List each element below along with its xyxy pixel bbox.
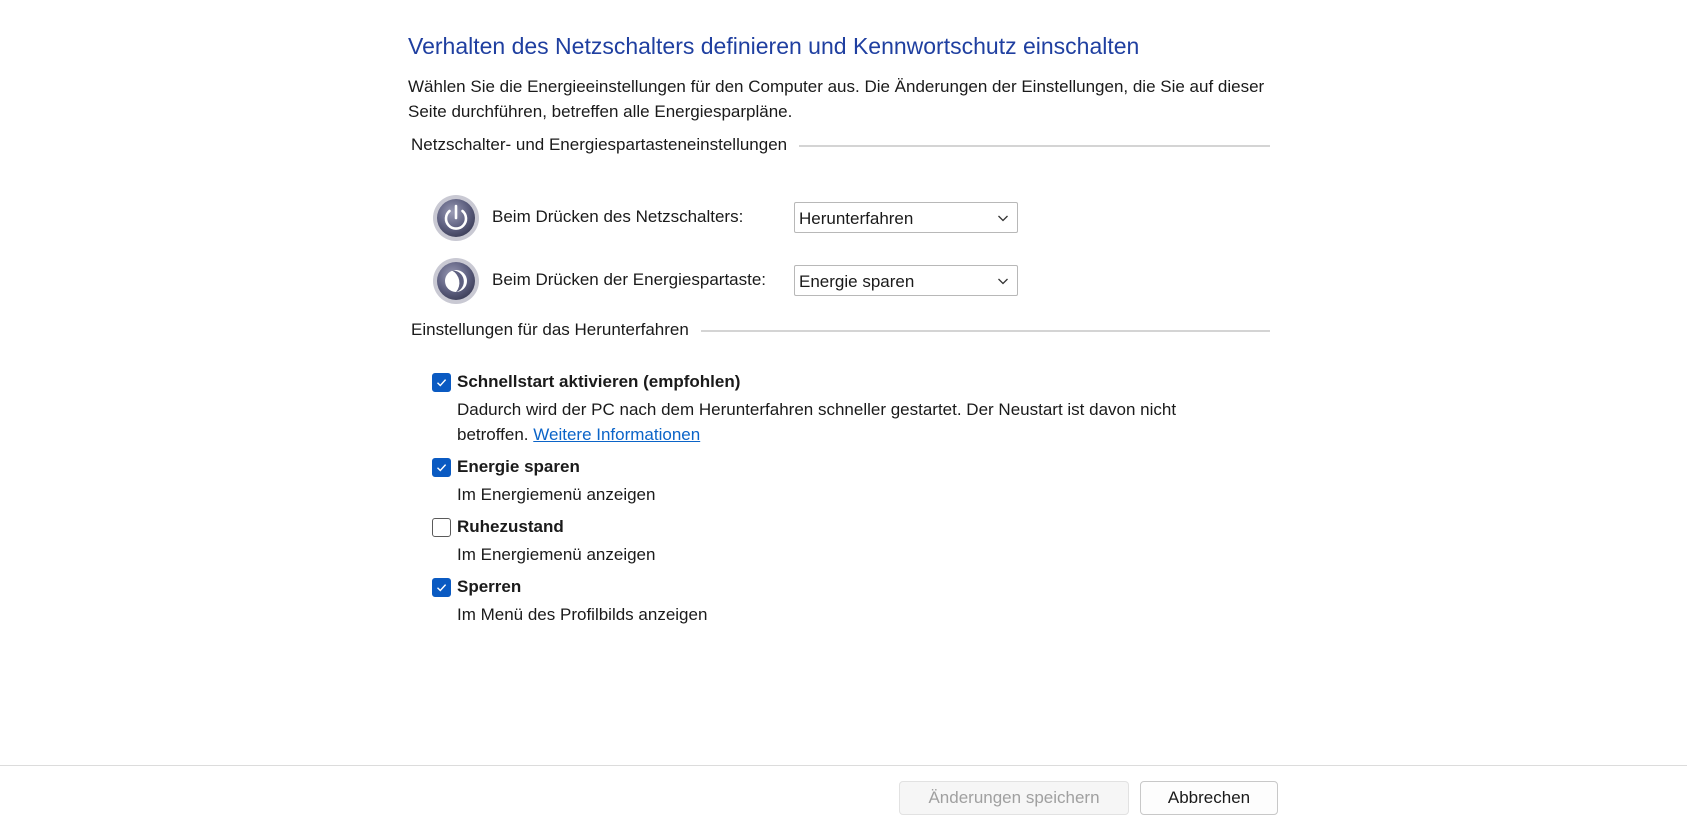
checkmark-icon bbox=[437, 584, 447, 592]
sleep-button-setting: Beim Drücken der Energiespartaste: Energ… bbox=[432, 257, 1032, 305]
section-header-shutdown: Einstellungen für das Herunterfahren bbox=[411, 320, 1270, 340]
cancel-button[interactable]: Abbrechen bbox=[1140, 781, 1278, 815]
power-button-action-select[interactable]: Herunterfahren bbox=[794, 202, 1018, 233]
section-divider bbox=[700, 330, 1270, 332]
power-options-page: Verhalten des Netzschalters definieren u… bbox=[0, 0, 1687, 832]
checkmark-icon bbox=[437, 464, 447, 472]
footer-bar: Änderungen speichern Abbrechen bbox=[0, 765, 1687, 832]
more-info-link[interactable]: Weitere Informationen bbox=[533, 425, 700, 444]
section-divider bbox=[799, 145, 1270, 147]
lock-checkbox[interactable] bbox=[432, 578, 451, 597]
sleep-button-label: Beim Drücken der Energiespartaste: bbox=[492, 270, 767, 289]
sleep-title: Energie sparen bbox=[457, 457, 580, 476]
fast-startup-title: Schnellstart aktivieren (empfohlen) bbox=[457, 372, 741, 391]
page-title: Verhalten des Netzschalters definieren u… bbox=[408, 33, 1140, 59]
power-icon bbox=[433, 195, 479, 241]
lock-description: Im Menü des Profilbilds anzeigen bbox=[457, 605, 708, 624]
power-button-setting: Beim Drücken des Netzschalters: Herunter… bbox=[432, 194, 1032, 242]
chevron-down-icon bbox=[998, 215, 1008, 222]
fast-startup-checkbox[interactable] bbox=[432, 373, 451, 392]
hibernate-checkbox[interactable] bbox=[432, 518, 451, 537]
section-header-buttons: Netzschalter- und Energiespartasteneinst… bbox=[411, 135, 1270, 155]
power-button-action-value: Herunterfahren bbox=[799, 209, 914, 228]
page-description: Wählen Sie die Energieeinstellungen für … bbox=[408, 77, 1265, 121]
fast-startup-description: Dadurch wird der PC nach dem Herunterfah… bbox=[457, 397, 1237, 447]
lock-title: Sperren bbox=[457, 577, 522, 596]
sleep-icon bbox=[433, 258, 479, 304]
checkmark-icon bbox=[437, 379, 447, 387]
save-changes-button[interactable]: Änderungen speichern bbox=[899, 781, 1129, 815]
sleep-button-action-value: Energie sparen bbox=[799, 272, 915, 291]
section-header-label: Einstellungen für das Herunterfahren bbox=[411, 320, 689, 339]
hibernate-title: Ruhezustand bbox=[457, 517, 564, 536]
hibernate-description: Im Energiemenü anzeigen bbox=[457, 545, 656, 564]
power-button-label: Beim Drücken des Netzschalters: bbox=[492, 207, 744, 226]
chevron-down-icon bbox=[998, 278, 1008, 285]
sleep-description: Im Energiemenü anzeigen bbox=[457, 485, 656, 504]
sleep-button-action-select[interactable]: Energie sparen bbox=[794, 265, 1018, 296]
section-header-label: Netzschalter- und Energiespartasteneinst… bbox=[411, 135, 788, 154]
sleep-checkbox[interactable] bbox=[432, 458, 451, 477]
